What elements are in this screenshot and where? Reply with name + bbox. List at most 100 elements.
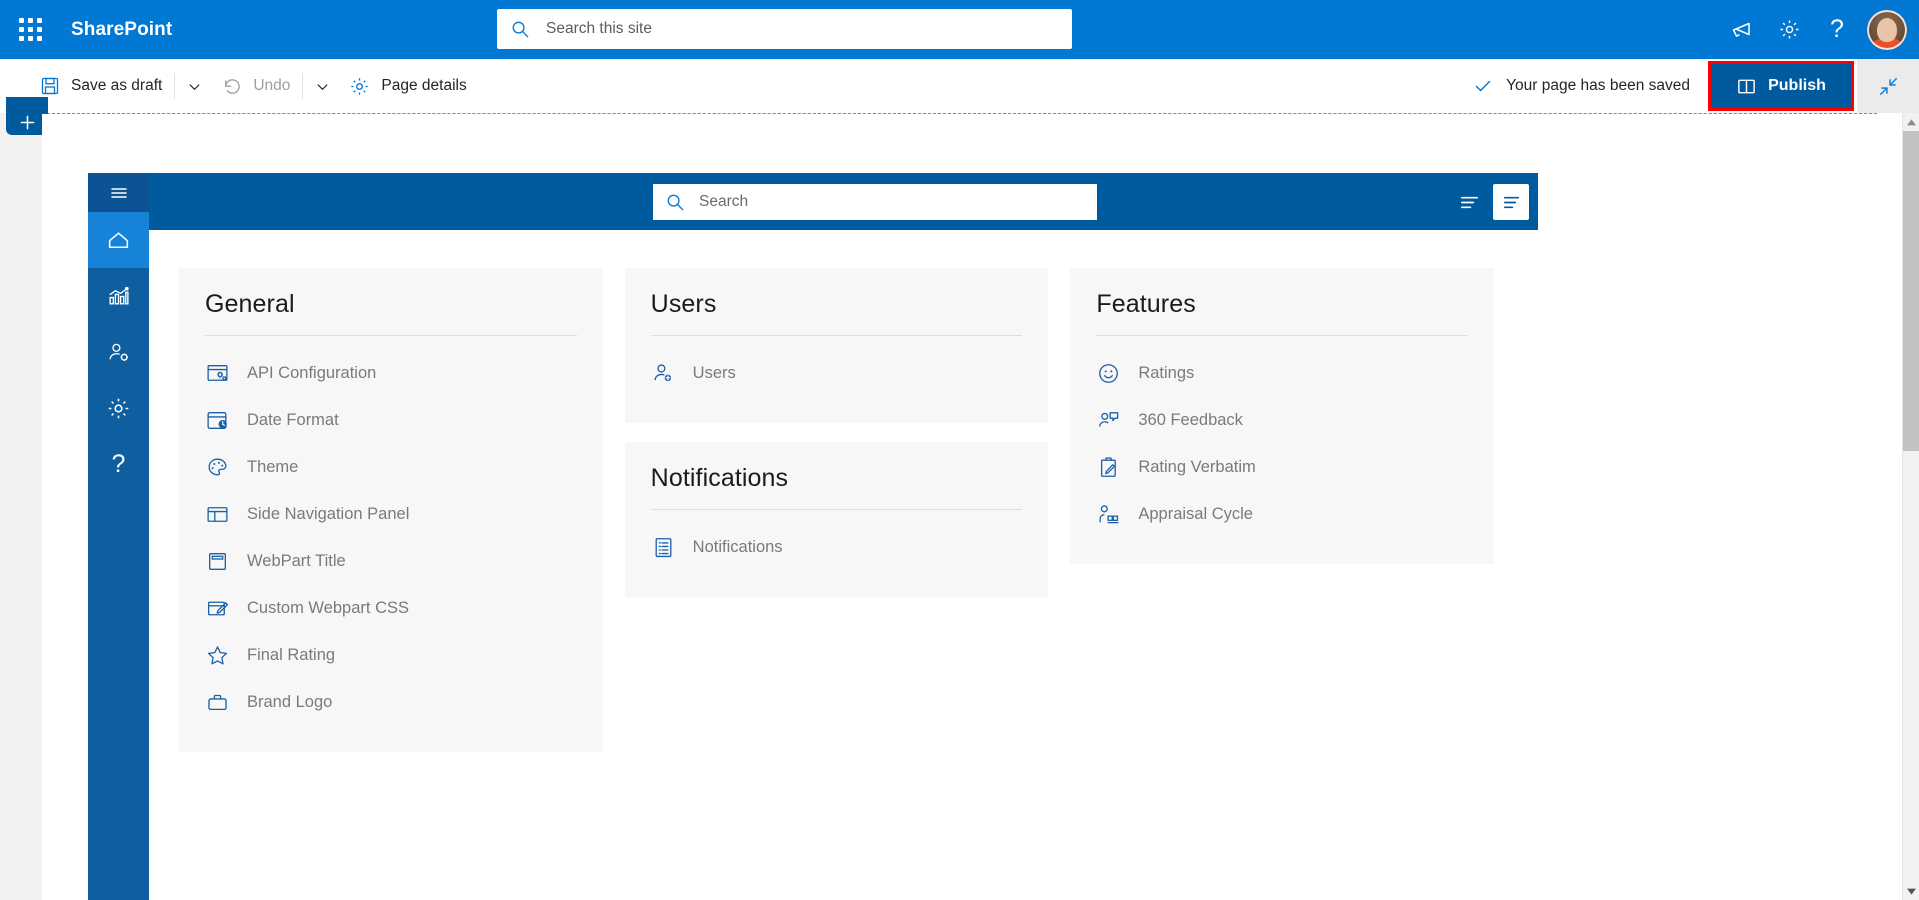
waffle-icon bbox=[18, 18, 42, 41]
megaphone-icon bbox=[1729, 18, 1753, 42]
list-item[interactable]: 360 Feedback bbox=[1096, 397, 1468, 444]
rail-item-analytics[interactable] bbox=[88, 268, 149, 324]
gear-icon bbox=[1778, 18, 1801, 41]
card-notifications: Notifications Notifications bbox=[624, 442, 1049, 597]
webpart-header: Search bbox=[149, 173, 1538, 230]
card-divider bbox=[1096, 335, 1469, 336]
gear-icon bbox=[349, 76, 370, 97]
megaphone-button[interactable] bbox=[1717, 6, 1765, 54]
list-view-compact-button[interactable] bbox=[1451, 184, 1487, 220]
rail-item-menu[interactable] bbox=[88, 173, 149, 212]
publish-button[interactable]: Publish bbox=[1711, 64, 1851, 108]
list-item-label: Side Navigation Panel bbox=[247, 505, 410, 523]
rail-item-user-settings[interactable] bbox=[88, 324, 149, 380]
save-options-chevron-button[interactable] bbox=[177, 64, 211, 108]
card-item-list: Ratings 360 Feedback Rating Verbatim App… bbox=[1096, 350, 1468, 538]
clipboard-edit-icon bbox=[1096, 455, 1138, 480]
suite-header-actions: ? bbox=[1717, 0, 1919, 59]
publish-book-icon bbox=[1736, 76, 1757, 97]
search-icon bbox=[666, 193, 685, 212]
chevron-down-icon bbox=[315, 79, 330, 94]
list-item-label: API Configuration bbox=[247, 364, 377, 382]
list-item[interactable]: API Configuration bbox=[205, 350, 577, 397]
feedback-360-icon bbox=[1096, 408, 1138, 433]
card-general: General API Configuration Date Format Th… bbox=[179, 268, 603, 752]
help-button[interactable]: ? bbox=[1813, 6, 1861, 54]
home-icon bbox=[106, 228, 131, 253]
list-item[interactable]: Rating Verbatim bbox=[1096, 444, 1468, 491]
save-as-draft-button[interactable]: Save as draft bbox=[30, 64, 172, 108]
brand-title[interactable]: SharePoint bbox=[71, 19, 172, 41]
card-item-list: API Configuration Date Format Theme Side… bbox=[205, 350, 577, 726]
view-toggle-group bbox=[1451, 184, 1529, 220]
list-item[interactable]: Appraisal Cycle bbox=[1096, 491, 1468, 538]
api-configuration-icon bbox=[205, 361, 247, 386]
cards-column-2: Users Users Notifications Notifications bbox=[624, 268, 1049, 597]
help-icon: ? bbox=[111, 449, 126, 478]
undo-label: Undo bbox=[253, 77, 291, 94]
card-title: Users bbox=[650, 290, 717, 318]
toolbar-divider bbox=[302, 73, 304, 99]
list-item[interactable]: Notifications bbox=[651, 524, 1023, 571]
card-features: Features Ratings 360 Feedback Rating Ver… bbox=[1070, 268, 1495, 564]
smiley-icon bbox=[1096, 361, 1138, 386]
list-item-label: Notifications bbox=[692, 538, 783, 556]
star-icon bbox=[205, 643, 247, 668]
scroll-up-button[interactable] bbox=[1903, 113, 1919, 131]
appraisal-cycle-icon bbox=[1096, 502, 1138, 527]
save-as-draft-label: Save as draft bbox=[71, 77, 163, 94]
chevron-down-icon bbox=[187, 79, 202, 94]
list-item-label: Custom Webpart CSS bbox=[247, 599, 410, 617]
card-divider bbox=[650, 509, 1023, 510]
undo-options-chevron-button[interactable] bbox=[305, 64, 339, 108]
user-settings-icon bbox=[106, 340, 131, 365]
list-item-label: Date Format bbox=[247, 411, 339, 429]
add-user-icon bbox=[651, 361, 693, 386]
page-details-label: Page details bbox=[381, 77, 467, 94]
caret-up-icon bbox=[1906, 118, 1917, 127]
help-icon: ? bbox=[1830, 15, 1844, 43]
list-item[interactable]: Brand Logo bbox=[205, 679, 577, 726]
settings-button[interactable] bbox=[1765, 6, 1813, 54]
list-item[interactable]: Theme bbox=[205, 444, 577, 491]
undo-button[interactable]: Undo bbox=[211, 64, 300, 108]
list-item[interactable]: Side Navigation Panel bbox=[205, 491, 577, 538]
settings-cards: General API Configuration Date Format Th… bbox=[149, 230, 1538, 900]
list-view-detail-icon bbox=[1500, 191, 1523, 214]
page-surface: ? Search General API Configuration Date … bbox=[42, 114, 1877, 900]
scrollbar-thumb[interactable] bbox=[1903, 131, 1919, 451]
list-view-detail-button[interactable] bbox=[1493, 184, 1529, 220]
list-item[interactable]: Custom Webpart CSS bbox=[205, 585, 577, 632]
site-search-box[interactable]: Search this site bbox=[497, 9, 1072, 49]
gear-icon bbox=[106, 396, 131, 421]
card-divider bbox=[650, 335, 1023, 336]
list-item[interactable]: Final Rating bbox=[205, 632, 577, 679]
list-item[interactable]: WebPart Title bbox=[205, 538, 577, 585]
save-icon bbox=[40, 76, 60, 96]
scroll-down-button[interactable] bbox=[1903, 882, 1919, 900]
list-item[interactable]: Date Format bbox=[205, 397, 577, 444]
rail-item-home[interactable] bbox=[88, 212, 149, 268]
list-item[interactable]: Users bbox=[651, 350, 1023, 397]
app-launcher-button[interactable] bbox=[6, 6, 54, 54]
list-item-label: Theme bbox=[247, 458, 299, 476]
page-details-button[interactable]: Page details bbox=[339, 64, 476, 108]
card-users: Users Users bbox=[624, 268, 1049, 423]
vertical-scrollbar[interactable] bbox=[1902, 113, 1919, 900]
webpart-side-rail: ? bbox=[88, 173, 149, 900]
rail-item-help[interactable]: ? bbox=[88, 436, 149, 492]
webpart-title-icon bbox=[205, 549, 247, 574]
list-view-compact-icon bbox=[1458, 191, 1481, 214]
command-bar: Save as draft Undo Page details Your pag… bbox=[0, 59, 1919, 113]
hamburger-icon bbox=[107, 181, 131, 205]
settings-webpart: ? Search General API Configuration Date … bbox=[88, 173, 1538, 900]
caret-down-icon bbox=[1906, 887, 1917, 896]
avatar[interactable] bbox=[1867, 9, 1907, 50]
collapse-ribbon-button[interactable] bbox=[1857, 59, 1919, 113]
list-item-label: Users bbox=[692, 364, 736, 382]
cards-column-1: General API Configuration Date Format Th… bbox=[179, 268, 603, 752]
rail-item-settings[interactable] bbox=[88, 380, 149, 436]
webpart-search-input[interactable]: Search bbox=[653, 184, 1097, 220]
list-item[interactable]: Ratings bbox=[1096, 350, 1468, 397]
briefcase-icon bbox=[205, 690, 247, 715]
